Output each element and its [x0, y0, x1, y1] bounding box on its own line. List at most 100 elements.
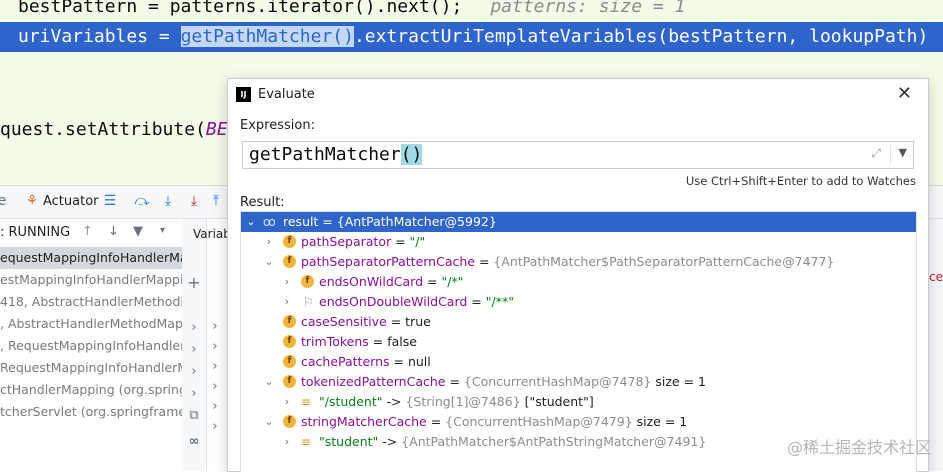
tree-row[interactable]: › ≡ "/student" -> {String[1]@7486} ["stu…	[241, 392, 916, 412]
chevron-right-icon[interactable]: ›	[281, 392, 293, 412]
intellij-logo-icon: IJ	[236, 87, 251, 102]
var-value: "/*"	[441, 274, 464, 289]
tree-row[interactable]: ⌄ f tokenizedPatternCache = {ConcurrentH…	[241, 372, 916, 392]
code-line-1: bestPattern = patterns.iterator().next()…	[18, 0, 685, 22]
var-value: "/"	[409, 234, 426, 249]
step-out-icon[interactable]: ⤒	[208, 193, 224, 209]
tree-row[interactable]: f caseSensitive = true	[241, 312, 916, 332]
tree-row-result[interactable]: ⌄ oo result = {AntPathMatcher@5992}	[241, 212, 916, 232]
map-entry-icon: ≡	[301, 395, 312, 409]
frame-row[interactable]: 418, AbstractHandlerMethodM	[0, 291, 182, 313]
tree-row[interactable]: ⌄ f stringMatcherCache = {ConcurrentHash…	[241, 412, 916, 432]
step-into-icon[interactable]: ⤓	[160, 193, 176, 209]
frame-row[interactable]: , RequestMappingInfoHandlerI	[0, 335, 182, 357]
frame-row[interactable]: RequestMappingInfoHandlerM	[0, 357, 182, 379]
chevron-right-icon[interactable]: ›	[186, 364, 202, 380]
up-arrow-icon[interactable]: ↑	[82, 224, 93, 239]
tree-row[interactable]: › f endsOnWildCard = "/*"	[241, 272, 916, 292]
var-value: {AntPathMatcher$PathSeparatorPatternCach…	[493, 254, 835, 269]
add-watch-icon[interactable]: +	[186, 275, 202, 291]
chevron-right-icon[interactable]: ›	[186, 320, 202, 336]
array-value: ["student"]	[524, 394, 594, 409]
flag-icon: ⚐	[303, 295, 314, 309]
threads-menu-icon[interactable]: ☰	[102, 193, 118, 209]
operator: =	[391, 234, 410, 249]
chevron-right-icon[interactable]: ›	[186, 342, 202, 358]
chevron-right-icon[interactable]: ›	[207, 399, 223, 415]
chevron-down-icon[interactable]: ⌄	[263, 252, 275, 272]
tree-row[interactable]: f trimTokens = false	[241, 332, 916, 352]
close-icon[interactable]: ✕	[897, 83, 912, 104]
code-text: uriVariables =	[18, 26, 181, 47]
frame-row[interactable]: estMappingInfoHandlerMappin	[0, 269, 182, 291]
map-entry-icon: ≡	[301, 435, 312, 449]
frame-row[interactable]: , AbstractHandlerMethodMapp	[0, 313, 182, 335]
chevron-right-icon[interactable]: ›	[207, 359, 223, 375]
history-dropdown-icon[interactable]: ▼	[899, 146, 907, 159]
thread-status[interactable]: : RUNNING	[0, 225, 70, 240]
selected-expression[interactable]: getPathMatcher()	[180, 26, 354, 47]
var-value: {String[1]@7486}	[405, 394, 521, 409]
chevron-right-icon[interactable]: ›	[207, 419, 223, 435]
chevron-right-icon[interactable]: ›	[207, 379, 223, 395]
chevron-right-icon[interactable]: ›	[207, 319, 223, 335]
result-tree[interactable]: ⌄ oo result = {AntPathMatcher@5992} › f …	[240, 211, 917, 472]
step-over-icon[interactable]: ⤼	[134, 193, 150, 209]
operator: ->	[378, 434, 402, 449]
chevron-right-icon[interactable]: ›	[281, 432, 293, 452]
watches-glasses-icon[interactable]: ∞	[186, 434, 202, 450]
expression-label: Expression:	[240, 118, 315, 133]
expression-parens: ()	[400, 144, 423, 165]
chevron-down-icon[interactable]: ▾	[160, 225, 165, 236]
var-name: stringMatcherCache	[301, 414, 427, 429]
operator: =	[368, 334, 388, 349]
dialog-title: Evaluate	[258, 87, 315, 102]
copy-icon[interactable]: ⧉	[186, 408, 202, 424]
tree-row[interactable]: ⌄ f pathSeparatorPatternCache = {AntPath…	[241, 252, 916, 272]
operator: =	[426, 414, 446, 429]
variables-sidebar: + › › › › ⧉ ∞	[182, 219, 207, 471]
operator: =	[467, 294, 486, 309]
operator: ->	[382, 394, 406, 409]
dialog-titlebar[interactable]: IJ Evaluate ✕	[228, 79, 928, 111]
frame-row[interactable]: tcherServlet (org.springframew	[0, 401, 182, 423]
chevron-down-icon[interactable]: ⌄	[245, 212, 257, 232]
chevron-right-icon[interactable]: ›	[186, 386, 202, 402]
divider	[890, 145, 891, 165]
watches-hint: Use Ctrl+Shift+Enter to add to Watches	[685, 174, 916, 188]
size-label: size = 1	[636, 414, 688, 429]
actuator-tab[interactable]: Actuator	[43, 194, 99, 209]
inline-debug-hint: patterns: size = 1	[490, 0, 686, 17]
tree-row[interactable]: › ⚐ endsOnDoubleWildCard = "/**"	[241, 292, 916, 312]
tree-row[interactable]: › f pathSeparator = "/"	[241, 232, 916, 252]
chevron-down-icon[interactable]: ⌄	[263, 412, 275, 432]
chevron-right-icon[interactable]: ›	[281, 272, 293, 292]
operator: =	[423, 274, 442, 289]
field-icon: f	[283, 335, 296, 348]
var-name: caseSensitive	[301, 314, 387, 329]
field-icon: f	[301, 275, 314, 288]
field-icon: f	[283, 255, 296, 268]
field-icon: f	[283, 375, 296, 388]
expand-icon[interactable]: ⤢	[871, 146, 881, 161]
map-key: "student"	[319, 434, 379, 449]
force-step-into-icon[interactable]: ⤓	[186, 193, 202, 209]
tree-row[interactable]: f cachePatterns = null	[241, 352, 916, 372]
var-value: false	[387, 334, 417, 349]
field-icon: f	[283, 315, 296, 328]
down-arrow-icon[interactable]: ↓	[108, 224, 119, 239]
var-value: {AntPathMatcher@5992}	[336, 214, 497, 229]
chevron-down-icon[interactable]: ⌄	[263, 372, 275, 392]
variables-tab[interactable]: Variab	[193, 227, 231, 241]
var-name: endsOnDoubleWildCard	[319, 294, 468, 309]
filter-icon[interactable]: ▼	[133, 224, 143, 239]
var-name: pathSeparatorPatternCache	[301, 254, 475, 269]
frame-row[interactable]: equestMappingInfoHandlerMappi	[0, 247, 182, 269]
chevron-right-icon[interactable]: ›	[207, 339, 223, 355]
expression-input[interactable]: getPathMatcher() ⤢ ▼	[242, 141, 914, 169]
code-text: quest.setAttribute(	[0, 119, 206, 140]
chevron-right-icon[interactable]: ›	[281, 292, 293, 312]
frame-row[interactable]: ctHandlerMapping (org.spring	[0, 379, 182, 401]
var-name: endsOnWildCard	[319, 274, 424, 289]
chevron-right-icon[interactable]: ›	[263, 232, 275, 252]
